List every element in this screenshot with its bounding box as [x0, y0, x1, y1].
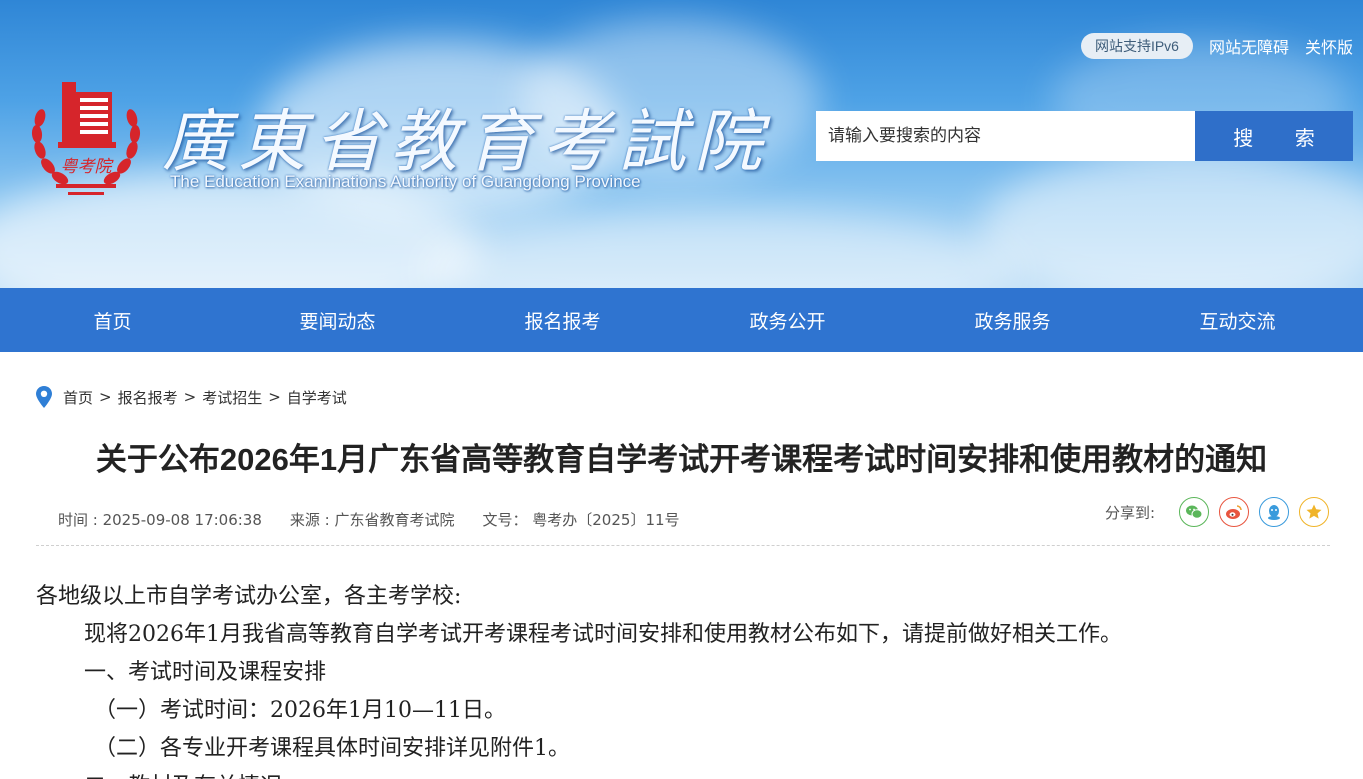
article-title: 关于公布2026年1月广东省高等教育自学考试开考课程考试时间安排和使用教材的通知 — [95, 442, 1268, 477]
qzone-icon[interactable] — [1299, 497, 1330, 527]
breadcrumb-registration[interactable]: 报名报考 — [118, 387, 178, 408]
wechat-icon[interactable] — [1179, 497, 1210, 527]
main-nav: 首页 要闻动态 报名报考 政务公开 政务服务 互动交流 — [0, 288, 1363, 352]
search-input[interactable] — [816, 111, 1195, 161]
share-bar: 分享到: — [1105, 497, 1330, 527]
document-number: 文号： 粤考办〔2025〕11号 — [482, 511, 680, 529]
article-source: 来源 : 广东省教育考试院 — [289, 511, 455, 529]
breadcrumb-self-study-exam[interactable]: 自学考试 — [287, 387, 347, 408]
search-button[interactable]: 搜 索 — [1195, 111, 1353, 161]
qq-icon[interactable] — [1259, 497, 1290, 527]
breadcrumb-separator: > — [268, 388, 281, 406]
publish-time: 时间 : 2025-09-08 17:06:38 — [58, 511, 262, 529]
breadcrumb: 首页 > 报名报考 > 考试招生 > 自学考试 — [36, 386, 347, 408]
section-heading: 二、教材及有关情况 — [36, 768, 1330, 779]
article-meta: 时间 : 2025-09-08 17:06:38 来源 : 广东省教育考试院 文… — [58, 509, 680, 530]
breadcrumb-home[interactable]: 首页 — [63, 387, 93, 408]
elderly-mode-link[interactable]: 关怀版 — [1305, 34, 1353, 58]
top-links: 网站支持IPv6 网站无障碍 关怀版 — [1080, 33, 1353, 59]
body-paragraph: 现将2026年1月我省高等教育自学考试开考课程考试时间安排和使用教材公布如下，请… — [84, 622, 1122, 647]
weibo-icon[interactable] — [1219, 497, 1250, 527]
site-title: 廣東省教育考試院 — [162, 103, 771, 182]
ipv6-badge[interactable]: 网站支持IPv6 — [1080, 33, 1193, 59]
section-heading: 一、考试时间及课程安排 — [84, 660, 327, 685]
nav-item-home[interactable]: 首页 — [0, 288, 225, 352]
body-paragraph: （二）各专业开考课程具体时间安排详见附件1。 — [94, 736, 570, 761]
breadcrumb-separator: > — [183, 388, 197, 406]
search-box: 搜 索 — [816, 111, 1353, 161]
location-pin-icon — [36, 386, 52, 408]
divider — [36, 545, 1330, 546]
nav-item-registration[interactable]: 报名报考 — [450, 288, 675, 352]
accessibility-link[interactable]: 网站无障碍 — [1209, 34, 1289, 58]
breadcrumb-separator: > — [99, 388, 112, 406]
nav-item-gov-info[interactable]: 政务公开 — [675, 288, 900, 352]
nav-item-interaction[interactable]: 互动交流 — [1125, 288, 1350, 352]
body-paragraph: （一）考试时间：2026年1月10—11日。 — [94, 698, 506, 723]
article-body: 各地级以上市自学考试办公室，各主考学校: 现将2026年1月我省高等教育自学考试… — [36, 578, 1330, 779]
site-subtitle: The Education Examinations Authority of … — [170, 172, 641, 191]
site-logo[interactable]: 粤考院 — [28, 80, 144, 204]
share-label: 分享到: — [1105, 503, 1156, 522]
nav-item-gov-service[interactable]: 政务服务 — [900, 288, 1125, 352]
main-content: 首页 > 报名报考 > 考试招生 > 自学考试 关于公布2026年1月广东省高等… — [0, 352, 1363, 779]
logo-text: 粤考院 — [61, 157, 115, 177]
salutation-paragraph: 各地级以上市自学考试办公室，各主考学校: — [36, 584, 462, 609]
nav-item-news[interactable]: 要闻动态 — [225, 288, 450, 352]
breadcrumb-exam-admission[interactable]: 考试招生 — [202, 387, 262, 408]
header-banner: 粤考院 廣東省教育考試院 The Education Examinations … — [0, 0, 1363, 288]
